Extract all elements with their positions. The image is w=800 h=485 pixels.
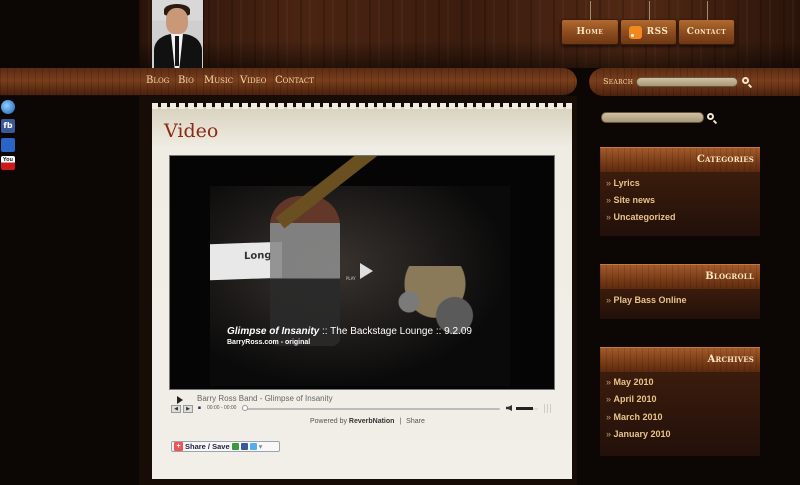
audio-next-button[interactable]: ▶	[183, 405, 193, 413]
home-button[interactable]: Home	[561, 1, 619, 45]
blogroll-header: Blogroll	[600, 264, 760, 293]
facebook-icon[interactable]: fb	[1, 119, 15, 133]
blogroll-title: Blogroll	[705, 271, 754, 282]
archives-header: Archives	[600, 347, 760, 376]
audio-player: Barry Ross Band - Glimpse of Insanity ◀ …	[169, 393, 555, 415]
nav-item-music[interactable]: Music	[204, 75, 233, 86]
archive-link-may-2010[interactable]: May 2010	[606, 377, 654, 387]
sidebar-search-icon[interactable]	[707, 113, 714, 120]
nav-item-blog[interactable]: Blog	[146, 75, 169, 86]
email-share-icon[interactable]	[231, 443, 239, 450]
archive-link-march-2010[interactable]: March 2010	[606, 412, 663, 422]
myspace-icon[interactable]	[1, 138, 15, 152]
nav-item-bio[interactable]: Bio	[178, 75, 194, 86]
artist-photo	[152, 0, 204, 68]
nav-item-contact[interactable]: Contact	[275, 75, 314, 86]
category-link-uncategorized[interactable]: Uncategorized	[606, 212, 676, 222]
powered-by: Powered by ReverbNation | Share	[310, 418, 425, 425]
volume-level	[516, 407, 533, 410]
archive-link-april-2010[interactable]: April 2010	[606, 394, 657, 404]
category-link-lyrics[interactable]: Lyrics	[606, 178, 640, 188]
video-drum-kit	[370, 266, 500, 356]
blogroll-link-play-bass-online[interactable]: Play Bass Online	[606, 295, 687, 305]
rss-button[interactable]: RSS	[620, 1, 677, 45]
play-overlay-icon[interactable]	[360, 263, 373, 279]
audio-play-icon[interactable]	[177, 396, 183, 404]
play-overlay-label: PLAY	[346, 276, 356, 281]
home-button-label: Home	[576, 27, 604, 37]
video-caption: Glimpse of Insanity :: The Backstage Lou…	[227, 326, 472, 337]
audio-time: 00:00 - 00:00	[207, 405, 237, 411]
ie-icon[interactable]	[1, 100, 15, 114]
rss-button-label: RSS	[646, 27, 669, 37]
video-caption-sub: BarryRoss.com - original	[227, 339, 311, 346]
nav-item-video[interactable]: Video	[240, 75, 266, 86]
video-caption-title: Glimpse of Insanity	[227, 326, 320, 337]
category-link-site-news[interactable]: Site news	[606, 195, 656, 205]
video-caption-rest: :: The Backstage Lounge :: 9.2.09	[319, 326, 472, 337]
archives-title: Archives	[707, 354, 754, 365]
reverbnation-link[interactable]: ReverbNation	[349, 418, 395, 425]
rss-icon	[628, 25, 642, 39]
audio-track-title: Barry Ross Band - Glimpse of Insanity	[197, 394, 333, 403]
categories-header: Categories	[600, 147, 760, 176]
video-player[interactable]: Long PLAY Glimpse of Insanity :: The Bac…	[169, 155, 555, 390]
player-grip-icon	[544, 404, 553, 413]
contact-top-button-label: Contact	[686, 27, 727, 37]
audio-prev-button[interactable]: ◀	[171, 405, 181, 413]
categories-title: Categories	[696, 154, 754, 165]
contact-top-button[interactable]: Contact	[678, 1, 735, 45]
youtube-icon[interactable]: You	[1, 156, 15, 170]
volume-icon[interactable]	[506, 405, 512, 411]
twitter-share-icon[interactable]	[249, 443, 257, 450]
search-icon[interactable]	[742, 77, 749, 84]
search-label: Search	[603, 77, 634, 86]
audio-progress-knob[interactable]	[242, 405, 248, 411]
share-plus-icon: +	[174, 442, 183, 451]
audio-progress-track[interactable]	[242, 408, 500, 410]
share-save-label: Share / Save	[185, 442, 230, 451]
page-title: Video	[164, 120, 219, 142]
share-save-button[interactable]: + Share / Save ▾	[171, 441, 280, 452]
archive-link-january-2010[interactable]: January 2010	[606, 429, 671, 439]
sidebar-search-input[interactable]	[601, 112, 704, 123]
facebook-share-icon[interactable]	[240, 443, 248, 450]
search-input[interactable]	[636, 77, 738, 87]
share-link[interactable]: Share	[406, 418, 425, 425]
more-share-icon[interactable]: ▾	[259, 442, 263, 451]
audio-mode-icon[interactable]: ▪	[196, 405, 203, 413]
